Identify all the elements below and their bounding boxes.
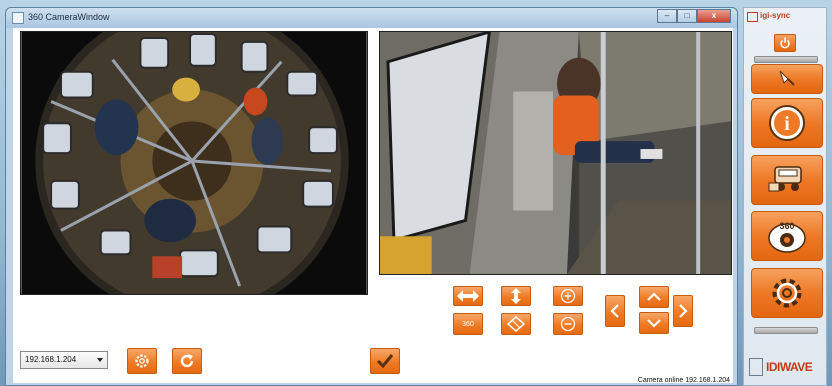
- right-sidebar: igi-sync i 360 IDIWAVE: [743, 7, 827, 386]
- chevron-down-icon: [647, 319, 661, 328]
- view-360-label: 360: [462, 320, 474, 328]
- refresh-icon: [180, 354, 194, 368]
- gear-icon: [135, 354, 149, 368]
- tilt-vertical-button[interactable]: [501, 286, 531, 306]
- minimize-button[interactable]: –: [657, 9, 677, 23]
- tilt-down-button[interactable]: [639, 312, 669, 334]
- camera-360-label: 360: [779, 221, 794, 231]
- pan-right-button[interactable]: [673, 295, 693, 327]
- sidebar-360-button[interactable]: 360: [751, 211, 823, 261]
- rotate-diamond-icon: [507, 316, 525, 332]
- checkmark-icon: [376, 354, 394, 369]
- sidebar-vehicle-button[interactable]: [751, 155, 823, 205]
- info-icon: i: [769, 105, 805, 141]
- gear-icon: [772, 278, 802, 308]
- power-icon: [780, 37, 790, 49]
- chevron-up-icon: [647, 292, 661, 301]
- info-glyph: i: [784, 113, 790, 135]
- pan-left-button[interactable]: [605, 295, 625, 327]
- window-controls: – □ x: [657, 9, 731, 23]
- zoom-in-button[interactable]: [553, 286, 583, 306]
- brush-icon: [779, 70, 795, 86]
- zoom-out-button[interactable]: [553, 313, 583, 335]
- sidebar-settings-button[interactable]: [751, 268, 823, 318]
- fisheye-image: [21, 32, 367, 294]
- vendor-logo-text: IDIWAVE: [766, 360, 813, 374]
- settings-button[interactable]: [127, 348, 157, 374]
- sidebar-info-button[interactable]: i: [751, 98, 823, 148]
- horizontal-arrows-icon: [457, 290, 479, 302]
- dropdown-caret-icon: [97, 358, 103, 362]
- camera-window: 360 CameraWindow – □ x 360 192.168.1.204…: [5, 7, 738, 386]
- fisheye-view[interactable]: [20, 31, 368, 295]
- title-bar[interactable]: 360 CameraWindow – □ x: [6, 8, 737, 28]
- sidebar-scroll-down[interactable]: [754, 327, 818, 334]
- zoom-out-icon: [560, 316, 576, 332]
- camera-address-value: 192.168.1.204: [25, 355, 77, 364]
- camera-address-select[interactable]: 192.168.1.204: [20, 351, 108, 369]
- view-360-button[interactable]: 360: [453, 313, 483, 335]
- tilt-up-button[interactable]: [639, 286, 669, 308]
- camera-360-icon: 360: [768, 221, 806, 253]
- vendor-logo: IDIWAVE: [749, 358, 813, 376]
- sidebar-scroll-up[interactable]: [754, 56, 818, 63]
- window-client-area: 360 192.168.1.204 Camera online 192.168.…: [13, 28, 733, 384]
- dewarped-view[interactable]: [379, 31, 732, 275]
- vertical-arrows-icon: [511, 288, 521, 304]
- chevron-left-icon: [610, 304, 619, 318]
- app-icon: [12, 12, 24, 24]
- sidebar-tools-button[interactable]: [751, 64, 823, 94]
- vendor-logo-icon: [749, 358, 763, 376]
- confirm-button[interactable]: [370, 348, 400, 374]
- brand-logo-icon: [747, 12, 758, 22]
- chevron-right-icon: [679, 304, 688, 318]
- power-button[interactable]: [774, 34, 796, 52]
- rotate-view-button[interactable]: [501, 313, 531, 335]
- refresh-button[interactable]: [172, 348, 202, 374]
- brand-name: igi-sync: [760, 11, 791, 20]
- dewarped-image: [380, 32, 731, 274]
- window-title: 360 CameraWindow: [28, 12, 110, 22]
- maximize-button[interactable]: □: [677, 9, 697, 23]
- pan-horizontal-button[interactable]: [453, 286, 483, 306]
- close-button[interactable]: x: [697, 9, 731, 23]
- car-icon: [768, 166, 802, 192]
- zoom-in-icon: [560, 288, 576, 304]
- connection-status: Camera online 192.168.1.204: [637, 377, 730, 384]
